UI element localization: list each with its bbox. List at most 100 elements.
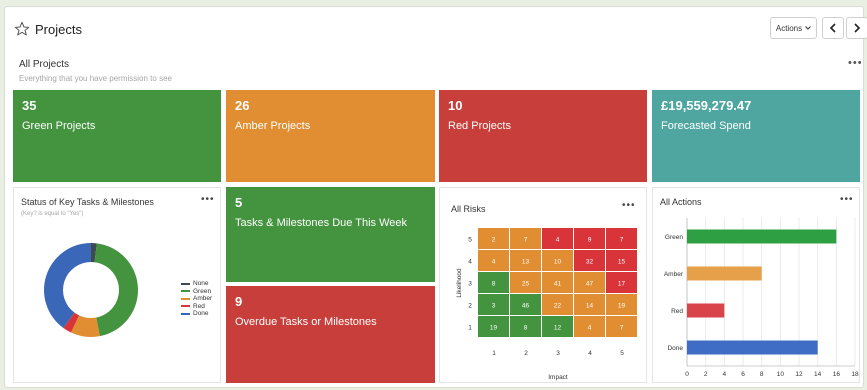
likelihood-tick-label: 2 xyxy=(468,303,472,310)
impact-tick-label: 1 xyxy=(492,350,496,357)
category-label: Done xyxy=(667,345,683,352)
red-projects-count: 10 xyxy=(448,98,463,113)
actions-card: All Actions ••• 0 2 4 6 8 10 12 14 16 18 Green Ambe… xyxy=(652,187,860,383)
heatmap-cell-value: 10 xyxy=(554,259,562,266)
green-projects-tile[interactable]: 35 Green Projects xyxy=(13,90,221,182)
heatmap-cell-value: 19 xyxy=(490,325,498,332)
category-label: Amber xyxy=(664,271,684,278)
impact-tick-label: 3 xyxy=(556,350,560,357)
x-tick-label: 0 xyxy=(685,371,689,378)
next-button[interactable] xyxy=(846,17,867,39)
impact-tick-label: 4 xyxy=(588,350,592,357)
red-projects-tile[interactable]: 10 Red Projects xyxy=(439,90,647,182)
x-tick-label: 12 xyxy=(795,371,803,378)
heatmap-cell-value: 41 xyxy=(554,281,562,288)
key-tasks-card: Status of Key Tasks & Milestones (Key? i… xyxy=(13,187,221,383)
impact-axis-label: Impact xyxy=(548,374,568,381)
legend-swatch xyxy=(181,305,190,308)
overdue-tasks-tile[interactable]: 9 Overdue Tasks or Milestones xyxy=(226,286,435,383)
heatmap-cell-value: 19 xyxy=(618,303,626,310)
red-projects-label: Red Projects xyxy=(448,120,511,132)
bar-green[interactable] xyxy=(687,229,837,244)
section-subtitle: Everything that you have permission to s… xyxy=(19,74,172,83)
heatmap-cell-value: 7 xyxy=(524,237,528,244)
likelihood-tick-label: 5 xyxy=(468,237,472,244)
legend-label: Red xyxy=(193,302,205,310)
forecasted-spend-tile[interactable]: £19,559,279.47 Forecasted Spend xyxy=(652,90,860,182)
legend-swatch xyxy=(181,297,190,300)
page-title: Projects xyxy=(35,22,82,37)
overdue-tasks-count: 9 xyxy=(235,294,243,309)
x-tick-label: 4 xyxy=(723,371,727,378)
tasks-due-tile[interactable]: 5 Tasks & Milestones Due This Week xyxy=(226,187,435,282)
overdue-tasks-label: Overdue Tasks or Milestones xyxy=(235,316,377,328)
chevron-right-icon xyxy=(854,23,861,33)
heatmap-cell-value: 25 xyxy=(522,281,530,288)
legend-item-green[interactable]: Green xyxy=(181,288,212,296)
heatmap-cell-value: 7 xyxy=(620,237,624,244)
legend-swatch xyxy=(181,312,190,315)
legend-item-done[interactable]: Done xyxy=(181,310,212,318)
likelihood-tick-label: 1 xyxy=(468,325,472,332)
actions-label: Actions xyxy=(775,23,803,33)
heatmap-cell-value: 4 xyxy=(492,259,496,266)
green-projects-count: 35 xyxy=(22,98,37,113)
legend-item-red[interactable]: Red xyxy=(181,303,212,311)
tasks-due-label: Tasks & Milestones Due This Week xyxy=(235,217,407,229)
heatmap-cell-value: 9 xyxy=(588,237,592,244)
heatmap-cell-value: 46 xyxy=(522,303,530,310)
donut-slice-green[interactable] xyxy=(94,243,138,337)
heatmap-cell-value: 3 xyxy=(492,303,496,310)
heatmap-cell-value: 7 xyxy=(620,325,624,332)
top-bar: Projects Actions xyxy=(5,7,867,51)
x-tick-label: 8 xyxy=(760,371,764,378)
favourite-star-icon[interactable] xyxy=(14,21,30,37)
actions-dropdown-button[interactable]: Actions xyxy=(770,17,817,39)
x-tick-label: 6 xyxy=(741,371,745,378)
heatmap-cell-value: 2 xyxy=(492,237,496,244)
forecasted-spend-label: Forecasted Spend xyxy=(661,120,751,132)
amber-projects-label: Amber Projects xyxy=(235,120,311,132)
donut-slice-done[interactable] xyxy=(44,243,91,329)
chevron-down-icon xyxy=(805,26,811,30)
heatmap-cell-value: 8 xyxy=(524,325,528,332)
bar-amber[interactable] xyxy=(687,266,762,281)
impact-tick-label: 5 xyxy=(620,350,624,357)
x-tick-label: 18 xyxy=(851,371,859,378)
risks-heatmap-chart: 2 7 4 9 754 13 10 32 1548 25 41 47 1733 46 22 14 19219 8 1… xyxy=(456,228,637,381)
legend-label: Green xyxy=(193,287,212,295)
category-label: Red xyxy=(671,308,683,315)
likelihood-axis-label: Likelihood xyxy=(456,268,463,298)
x-tick-label: 16 xyxy=(833,371,841,378)
previous-button[interactable] xyxy=(822,17,844,39)
heatmap-cell-value: 13 xyxy=(522,259,530,266)
chevron-left-icon xyxy=(829,23,836,33)
bar-red[interactable] xyxy=(687,303,725,318)
amber-projects-tile[interactable]: 26 Amber Projects xyxy=(226,90,435,182)
x-tick-label: 10 xyxy=(777,371,785,378)
heatmap-cell-value: 47 xyxy=(586,281,594,288)
heatmap-cell-value: 4 xyxy=(556,237,560,244)
bar-done[interactable] xyxy=(687,340,818,355)
amber-projects-count: 26 xyxy=(235,98,250,113)
actions-bar-chart: 0 2 4 6 8 10 12 14 16 18 Green Amber Red Done xyxy=(664,218,859,378)
heatmap-cell-value: 17 xyxy=(618,281,626,288)
legend-item-none[interactable]: None xyxy=(181,280,212,288)
tasks-due-count: 5 xyxy=(235,195,243,210)
legend-label: Done xyxy=(193,310,209,318)
section-menu-button[interactable]: ••• xyxy=(848,57,863,69)
likelihood-tick-label: 3 xyxy=(468,281,472,288)
legend-swatch xyxy=(181,282,190,285)
key-tasks-legend: None Green Amber Red Done xyxy=(181,280,212,318)
legend-item-amber[interactable]: Amber xyxy=(181,295,212,303)
heatmap-cell-value: 12 xyxy=(554,325,562,332)
dashboard-window: Projects Actions All Projects Everything… xyxy=(4,6,867,388)
heatmap-cell-value: 14 xyxy=(586,303,594,310)
risks-card: All Risks ••• 2 7 4 9 7 5 4 13 10 32 15 4 8 25 41 47 17 3… xyxy=(439,187,647,383)
legend-label: Amber xyxy=(193,295,213,303)
likelihood-tick-label: 4 xyxy=(468,259,472,266)
heatmap-cell-value: 8 xyxy=(492,281,496,288)
x-tick-label: 2 xyxy=(704,371,708,378)
heatmap-cell-value: 22 xyxy=(554,303,562,310)
legend-swatch xyxy=(181,290,190,293)
